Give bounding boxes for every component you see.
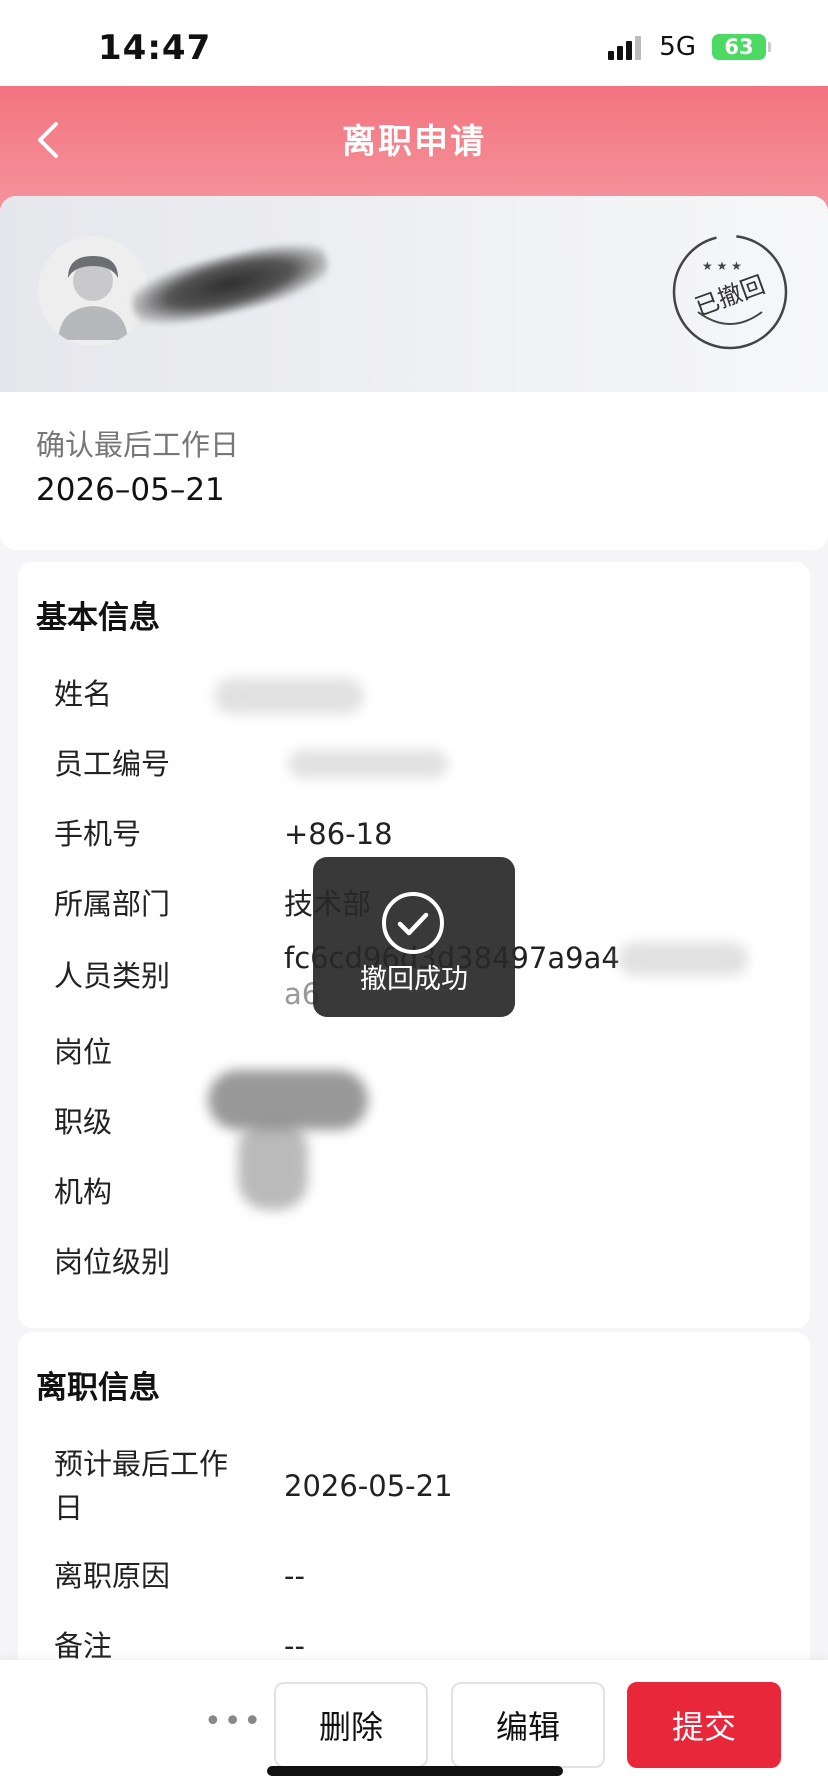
submit-button[interactable]: 提交 xyxy=(627,1682,781,1768)
edit-button[interactable]: 编辑 xyxy=(451,1682,605,1768)
check-circle-icon xyxy=(382,892,444,954)
row-label: 岗位级别 xyxy=(54,1245,171,1279)
profile-card: ★ ★ ★ 已撤回 确认最后工作日 2026–05–21 xyxy=(0,196,828,550)
redacted-value xyxy=(288,750,448,778)
redacted-value xyxy=(618,942,748,976)
row-label: 岗位 xyxy=(54,1035,113,1069)
row-label: 机构 xyxy=(54,1175,113,1209)
status-bar: 14:47 5G 63 xyxy=(0,0,828,86)
success-toast: 撤回成功 xyxy=(313,857,515,1017)
avatar xyxy=(38,236,148,346)
redacted-value xyxy=(238,1120,308,1210)
confirm-last-day-value: 2026–05–21 xyxy=(36,472,225,508)
battery-level: 63 xyxy=(724,35,754,59)
resignation-info-title: 离职信息 xyxy=(36,1370,160,1406)
row-label: 人员类别 xyxy=(54,959,171,993)
more-icon[interactable]: ••• xyxy=(204,1704,263,1739)
redacted-name xyxy=(126,232,334,336)
row-value: -- xyxy=(284,1559,305,1593)
toast-message: 撤回成功 xyxy=(360,964,468,995)
avatar-placeholder-icon xyxy=(58,256,128,340)
withdrawn-stamp: ★ ★ ★ 已撤回 xyxy=(672,234,788,350)
profile-banner: ★ ★ ★ 已撤回 xyxy=(0,196,828,392)
basic-info-title: 基本信息 xyxy=(36,600,160,636)
row-label: 所属部门 xyxy=(54,887,171,921)
redacted-value xyxy=(214,678,364,714)
confirm-last-day-label: 确认最后工作日 xyxy=(36,428,240,462)
signal-icon xyxy=(608,34,642,60)
resignation-info-card: 离职信息 预计最后工作 日 2026-05-21 离职原因 -- 备注 -- xyxy=(18,1332,810,1712)
row-label: 离职原因 xyxy=(54,1559,171,1593)
row-value: 2026-05-21 xyxy=(284,1469,453,1503)
network-label: 5G xyxy=(659,32,696,62)
status-time: 14:47 xyxy=(98,28,212,68)
row-label-line2: 日 xyxy=(54,1491,84,1525)
svg-text:★ ★ ★: ★ ★ ★ xyxy=(702,259,742,273)
row-label: 职级 xyxy=(54,1105,113,1139)
row-label: 员工编号 xyxy=(54,747,171,781)
row-label: 预计最后工作 xyxy=(54,1447,229,1481)
row-value: +86-18 xyxy=(284,817,393,851)
battery-icon: 63 xyxy=(712,34,771,60)
home-indicator xyxy=(267,1766,563,1776)
row-label: 姓名 xyxy=(54,677,113,711)
delete-button[interactable]: 删除 xyxy=(274,1682,428,1768)
page-title: 离职申请 xyxy=(342,122,486,162)
stamp-text: 已撤回 xyxy=(691,271,768,322)
status-indicators: 5G 63 xyxy=(608,32,771,62)
row-label: 手机号 xyxy=(54,817,142,851)
